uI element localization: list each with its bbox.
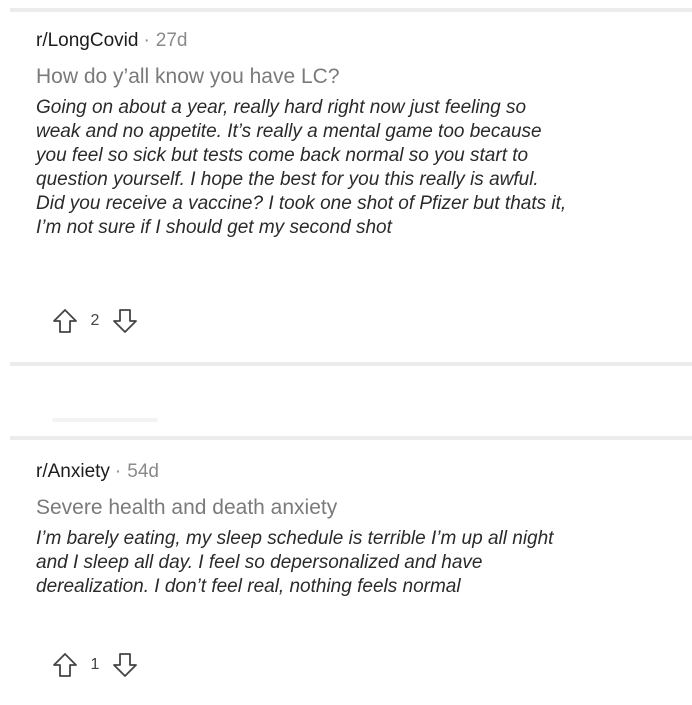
- comment-line: derealization. I don’t feel real, nothin…: [36, 576, 461, 597]
- vote-score: 2: [90, 312, 100, 329]
- comment-card-1[interactable]: r/LongCovid · 27d How do y’all know you ha…: [36, 30, 672, 240]
- post-meta: r/LongCovid · 27d: [36, 30, 672, 52]
- subreddit-link[interactable]: r/Anxiety: [36, 461, 110, 482]
- comment-line: weak and no appetite. It’s really a ment…: [36, 121, 542, 142]
- vote-score: 1: [90, 656, 100, 673]
- comment-line: Going on about a year, really hard right…: [36, 97, 527, 118]
- top-divider: [10, 8, 692, 12]
- comment-line: you feel so sick but tests come back nor…: [36, 145, 529, 166]
- post-age: 54d: [127, 461, 159, 482]
- vote-controls: 1: [52, 647, 138, 683]
- post-title[interactable]: How do y’all know you have LC?: [36, 65, 672, 89]
- comment-line: I’m barely eating, my sleep schedule is …: [36, 528, 554, 549]
- comment-line: and I sleep all day. I feel so depersona…: [36, 552, 483, 573]
- comment-body: I’m barely eating, my sleep schedule is …: [36, 527, 686, 599]
- downvote-arrow-icon[interactable]: [112, 652, 138, 678]
- comment-history-page: r/LongCovid · 27d How do y’all know you ha…: [0, 0, 692, 705]
- comment-line: question yourself. I hope the best for y…: [36, 169, 539, 190]
- comment-body: Going on about a year, really hard right…: [36, 96, 686, 240]
- comment-card-2[interactable]: r/Anxiety · 54d Severe health and death an…: [36, 461, 672, 599]
- faint-divider: [52, 418, 158, 422]
- vote-controls: 2: [52, 303, 138, 339]
- upvote-arrow-icon[interactable]: [52, 308, 78, 334]
- post-age: 27d: [155, 30, 188, 51]
- upvote-arrow-icon[interactable]: [52, 652, 78, 678]
- comment-line: I’m not sure if I should get my second s…: [36, 217, 392, 238]
- post-meta: r/Anxiety · 54d: [36, 461, 672, 483]
- section-divider: [10, 436, 692, 440]
- meta-separator: ·: [114, 461, 122, 482]
- section-divider: [10, 362, 692, 366]
- downvote-arrow-icon[interactable]: [112, 308, 138, 334]
- comment-line: Did you receive a vaccine? I took one sh…: [36, 193, 567, 214]
- meta-separator: ·: [143, 30, 150, 51]
- subreddit-link[interactable]: r/LongCovid: [36, 30, 138, 51]
- post-title[interactable]: Severe health and death anxiety: [36, 496, 672, 520]
